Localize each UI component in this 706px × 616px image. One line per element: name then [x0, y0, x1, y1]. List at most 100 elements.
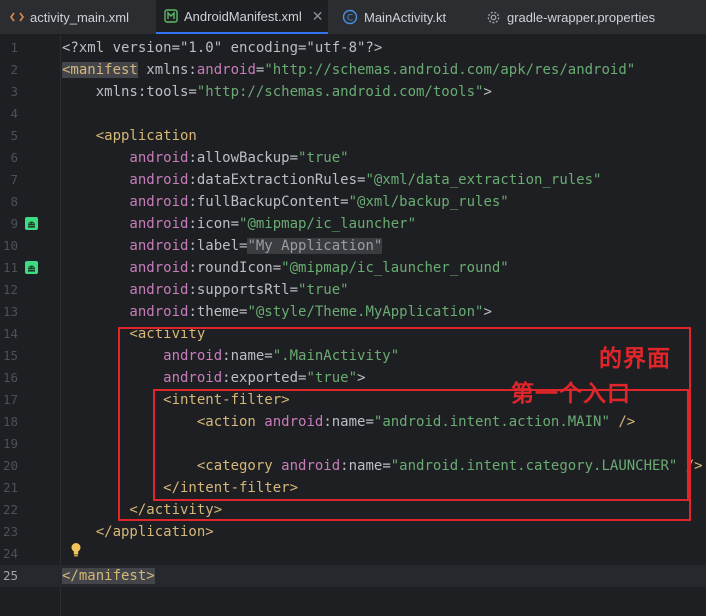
- code-text: android:dataExtractionRules="@xml/data_e…: [62, 169, 601, 191]
- android-icon[interactable]: [25, 261, 38, 274]
- tab-label: activity_main.xml: [30, 9, 129, 25]
- close-tab-icon[interactable]: ✕: [312, 8, 324, 25]
- code-line[interactable]: 9 android:icon="@mipmap/ic_launcher": [0, 213, 706, 235]
- code-token: "true": [298, 282, 349, 298]
- line-number: 24: [2, 546, 18, 561]
- code-text: <application: [62, 125, 197, 147]
- tab-android-manifest-xml[interactable]: AndroidManifest.xml ✕: [156, 0, 328, 34]
- code-token: "http://schemas.android.com/tools": [196, 84, 484, 100]
- code-token: :theme=: [188, 304, 248, 320]
- code-text: <manifest xmlns:android="http://schemas.…: [62, 59, 635, 81]
- code-editor[interactable]: 1 <?xml version="1.0" encoding="utf-8"?> 2…: [0, 35, 706, 616]
- code-token: android: [62, 238, 189, 254]
- code-token: xmlns:: [137, 62, 197, 78]
- code-text: xmlns:tools="http://schemas.android.com/…: [62, 81, 492, 103]
- code-token: "http://schemas.android.com/apk/res/andr…: [264, 62, 636, 78]
- code-line[interactable]: 10 android:label="My Application": [0, 235, 706, 257]
- code-text: android:theme="@style/Theme.MyApplicatio…: [62, 301, 491, 323]
- line-number: 22: [2, 502, 18, 517]
- line-number: 14: [2, 326, 18, 341]
- code-token: "@xml/backup_rules": [348, 194, 509, 210]
- tab-label: gradle-wrapper.properties: [507, 9, 656, 25]
- line-number: 3: [10, 84, 18, 99]
- code-line[interactable]: 25 </manifest>: [0, 565, 706, 587]
- line-number: 11: [2, 260, 18, 275]
- code-line[interactable]: 24: [0, 543, 706, 565]
- code-token: <?xml version="1.0" encoding="utf-8"?>: [62, 40, 383, 56]
- code-line[interactable]: 5 <application: [0, 125, 706, 147]
- code-text: android:fullBackupContent="@xml/backup_r…: [62, 191, 509, 213]
- code-line[interactable]: 8 android:fullBackupContent="@xml/backup…: [0, 191, 706, 213]
- line-number: 17: [2, 392, 18, 407]
- line-number: 13: [2, 304, 18, 319]
- code-token: :dataExtractionRules=: [188, 172, 366, 188]
- code-line[interactable]: 3 xmlns:tools="http://schemas.android.co…: [0, 81, 706, 103]
- code-line[interactable]: 4: [0, 103, 706, 125]
- line-number: 19: [2, 436, 18, 451]
- code-token: android: [62, 282, 189, 298]
- code-token: :supportsRtl=: [188, 282, 299, 298]
- line-number: 7: [10, 172, 18, 187]
- code-token: "My Application": [247, 238, 383, 254]
- code-line[interactable]: 23 </application>: [0, 521, 706, 543]
- code-line[interactable]: 12 android:supportsRtl="true": [0, 279, 706, 301]
- code-text: </manifest>: [62, 565, 155, 587]
- code-token: :icon=: [188, 216, 240, 232]
- tab-gradle-wrapper-properties[interactable]: gradle-wrapper.properties: [480, 0, 706, 34]
- kotlin-class-icon: C: [342, 9, 358, 25]
- tab-main-activity-kt[interactable]: C MainActivity.kt: [334, 0, 474, 34]
- line-number: 16: [2, 370, 18, 385]
- line-number: 25: [2, 568, 18, 583]
- code-line[interactable]: 6 android:allowBackup="true": [0, 147, 706, 169]
- line-number: 18: [2, 414, 18, 429]
- code-token: android: [62, 260, 189, 276]
- code-line[interactable]: 7 android:dataExtractionRules="@xml/data…: [0, 169, 706, 191]
- code-text: </application>: [62, 521, 214, 543]
- line-number: 5: [10, 128, 18, 143]
- code-token: <manifest: [62, 62, 138, 78]
- line-number: 10: [2, 238, 18, 253]
- editor-tab-bar: activity_main.xml AndroidManifest.xml ✕ …: [0, 0, 706, 35]
- line-number: 8: [10, 194, 18, 209]
- code-token: xmlns:tools=: [62, 84, 197, 100]
- xml-code-icon: [10, 11, 24, 23]
- code-text: android:allowBackup="true": [62, 147, 348, 169]
- code-token: android: [62, 304, 189, 320]
- code-token: android: [62, 172, 189, 188]
- line-number: 6: [10, 150, 18, 165]
- code-text: android:supportsRtl="true": [62, 279, 349, 301]
- android-icon[interactable]: [25, 217, 38, 230]
- code-token: "@style/Theme.MyApplication": [247, 304, 484, 320]
- code-line[interactable]: 11 android:roundIcon="@mipmap/ic_launche…: [0, 257, 706, 279]
- line-number: 15: [2, 348, 18, 363]
- code-token: "@mipmap/ic_launcher_round": [281, 260, 509, 276]
- tab-activity-main-xml[interactable]: activity_main.xml: [0, 0, 150, 34]
- code-token: android: [62, 216, 189, 232]
- code-line[interactable]: 13 android:theme="@style/Theme.MyApplica…: [0, 301, 706, 323]
- line-number: 20: [2, 458, 18, 473]
- code-line[interactable]: 2 <manifest xmlns:android="http://schemas…: [0, 59, 706, 81]
- line-number: 21: [2, 480, 18, 495]
- tab-label: AndroidManifest.xml: [184, 8, 302, 24]
- line-number: 12: [2, 282, 18, 297]
- code-text: android:icon="@mipmap/ic_launcher": [62, 213, 416, 235]
- code-token: android: [62, 194, 189, 210]
- line-number: 1: [10, 40, 18, 55]
- code-token: :allowBackup=: [188, 150, 299, 166]
- code-token: </application>: [62, 524, 214, 540]
- code-text: android:label="My Application": [62, 235, 383, 257]
- code-token: android: [62, 150, 189, 166]
- code-token: :label=: [188, 238, 248, 254]
- annotation-label-1: 的界面: [599, 346, 671, 372]
- code-token: android: [196, 62, 256, 78]
- code-text: android:roundIcon="@mipmap/ic_launcher_r…: [62, 257, 509, 279]
- line-number: 9: [10, 216, 18, 231]
- gear-icon: [486, 10, 501, 25]
- tab-label: MainActivity.kt: [364, 9, 447, 25]
- code-token: :roundIcon=: [188, 260, 282, 276]
- line-number: 2: [10, 62, 18, 77]
- line-number: 23: [2, 524, 18, 539]
- code-token: >: [483, 84, 492, 100]
- code-line[interactable]: 1 <?xml version="1.0" encoding="utf-8"?>: [0, 37, 706, 59]
- lightbulb-icon[interactable]: [70, 542, 82, 561]
